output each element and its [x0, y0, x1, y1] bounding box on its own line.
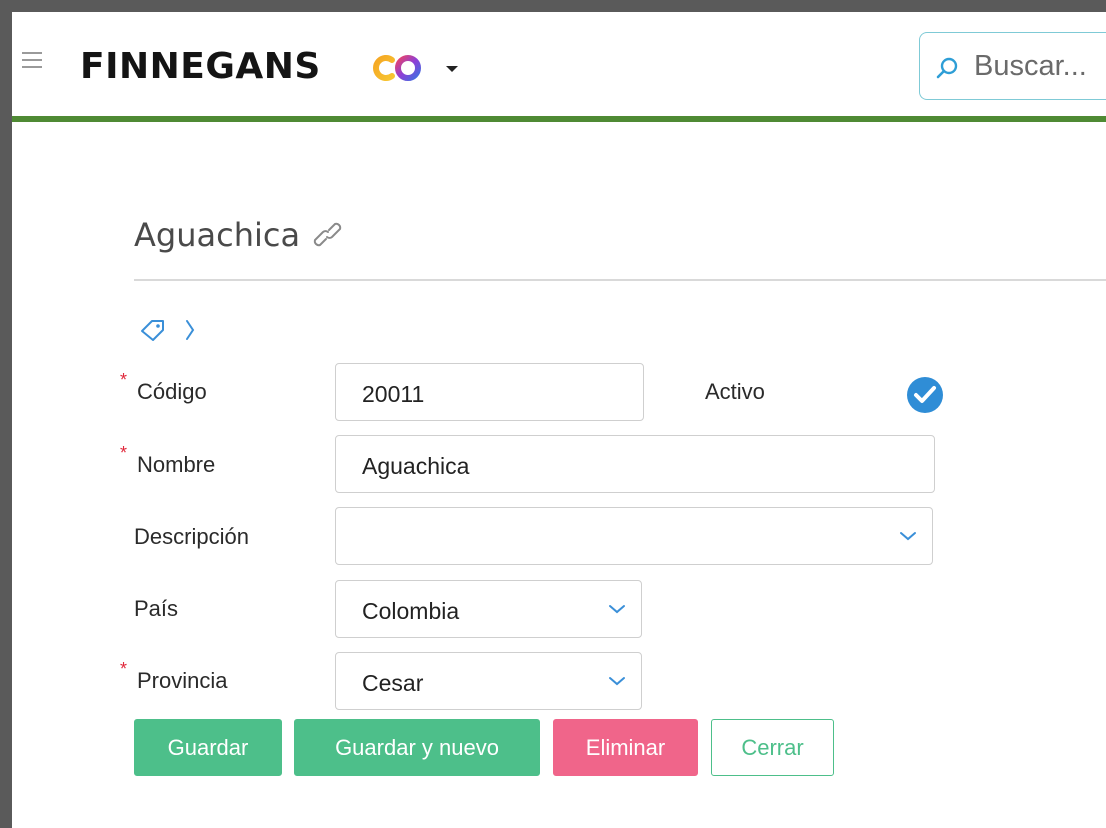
chevron-right-icon[interactable]: [184, 318, 196, 342]
codigo-value: 20011: [362, 381, 425, 407]
search-box[interactable]: [919, 32, 1106, 100]
required-marker: *: [120, 659, 128, 679]
provincia-value: Cesar: [362, 670, 424, 696]
provincia-label: Provincia: [137, 668, 228, 693]
brand-name[interactable]: FINNEGANS: [80, 46, 321, 88]
window-frame-top: [0, 0, 1106, 12]
required-marker: *: [120, 443, 128, 463]
pais-select[interactable]: Colombia: [335, 580, 642, 638]
check-circle-icon[interactable]: [906, 376, 944, 414]
nombre-input[interactable]: Aguachica: [335, 435, 935, 493]
tag-icon[interactable]: [139, 318, 167, 342]
provincia-select[interactable]: Cesar: [335, 652, 642, 710]
header-accent-line: [12, 116, 1106, 122]
menu-icon[interactable]: [22, 52, 42, 73]
search-input[interactable]: [974, 47, 1106, 85]
search-icon: [936, 57, 958, 79]
guardar-y-nuevo-button[interactable]: Guardar y nuevo: [294, 719, 540, 776]
chevron-down-icon[interactable]: [898, 530, 918, 542]
codigo-input[interactable]: 20011: [335, 363, 644, 421]
descripcion-select[interactable]: [335, 507, 933, 565]
codigo-label: Código: [137, 379, 207, 404]
chevron-down-icon[interactable]: [607, 675, 627, 687]
required-marker: *: [120, 370, 128, 390]
eliminar-button[interactable]: Eliminar: [553, 719, 698, 776]
nombre-label: Nombre: [137, 452, 216, 477]
nombre-value: Aguachica: [362, 453, 470, 479]
page-title: Aguachica: [134, 216, 301, 254]
title-divider: [134, 279, 1106, 281]
pais-value: Colombia: [362, 598, 460, 624]
brand-logo: [373, 55, 421, 81]
window-frame-left: [0, 0, 12, 828]
activo-label: Activo: [705, 379, 765, 404]
top-header: FINNEGANS: [12, 12, 1106, 116]
chevron-down-icon[interactable]: [607, 603, 627, 615]
link-icon[interactable]: [312, 220, 344, 250]
guardar-button[interactable]: Guardar: [134, 719, 282, 776]
descripcion-label: Descripción: [134, 524, 249, 549]
caret-down-icon[interactable]: [444, 64, 460, 74]
pais-label: País: [134, 596, 179, 621]
cerrar-button[interactable]: Cerrar: [711, 719, 834, 776]
